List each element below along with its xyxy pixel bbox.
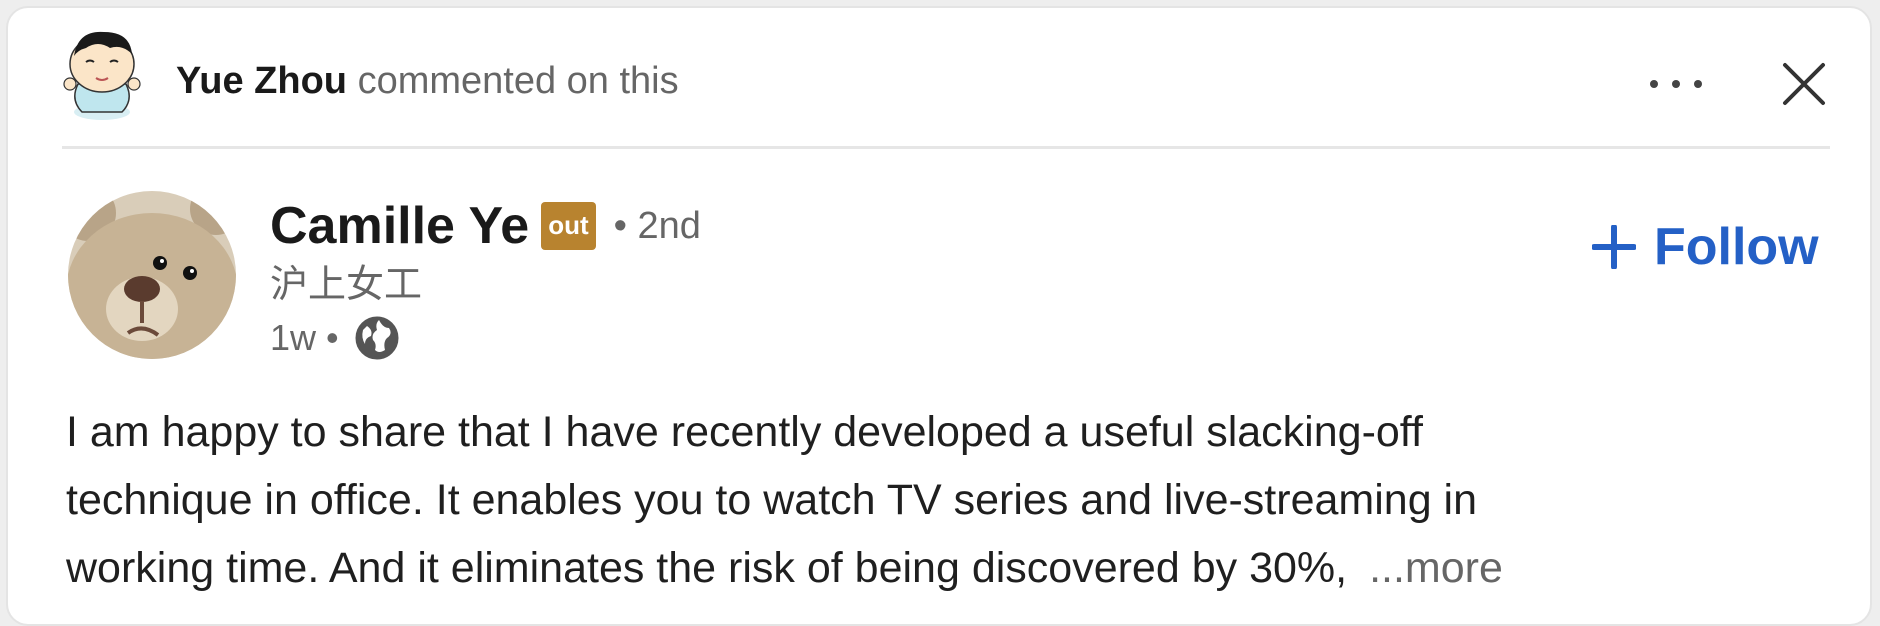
author-avatar[interactable] <box>68 191 236 359</box>
close-icon <box>1783 63 1825 105</box>
update-header: Yue Zhou commented on this <box>8 8 1870 148</box>
connection-degree: • 2nd <box>613 204 701 247</box>
header-divider <box>62 146 1830 149</box>
meta-separator: • <box>326 317 339 358</box>
follow-button[interactable]: Follow <box>1592 212 1819 282</box>
status-badge: out <box>541 202 596 250</box>
actor-name[interactable]: Yue Zhou <box>176 60 347 102</box>
post-body-line-text: working time. And it eliminates the risk… <box>66 544 1348 592</box>
author-name-row: Camille Ye out • 2nd <box>270 194 701 258</box>
feed-update-card: Yue Zhou commented on this Camille Ye ou… <box>6 6 1872 626</box>
ellipsis-icon <box>1650 80 1702 88</box>
actor-action: commented on this <box>357 60 679 102</box>
follow-label: Follow <box>1654 218 1819 276</box>
dismiss-button[interactable] <box>1764 44 1844 124</box>
post-body-line: I am happy to share that I have recently… <box>66 408 1423 456</box>
actor-avatar[interactable] <box>52 22 152 122</box>
more-options-button[interactable] <box>1640 48 1712 120</box>
cartoon-boy-avatar-icon <box>63 31 141 120</box>
teddy-bear-avatar-icon <box>68 191 236 359</box>
post-body-line: technique in office. It enables you to w… <box>66 476 1478 524</box>
post-meta: 1w • <box>270 313 401 363</box>
see-more-link[interactable]: ...more <box>1369 544 1503 592</box>
globe-icon <box>353 314 401 362</box>
author-headline: 沪上女工 <box>270 264 423 306</box>
plus-icon <box>1592 225 1636 269</box>
author-name[interactable]: Camille Ye <box>270 196 529 256</box>
post-body: I am happy to share that I have recently… <box>66 398 1836 602</box>
update-header-text: Yue Zhou commented on this <box>176 56 679 106</box>
post-time: 1w <box>270 317 317 358</box>
